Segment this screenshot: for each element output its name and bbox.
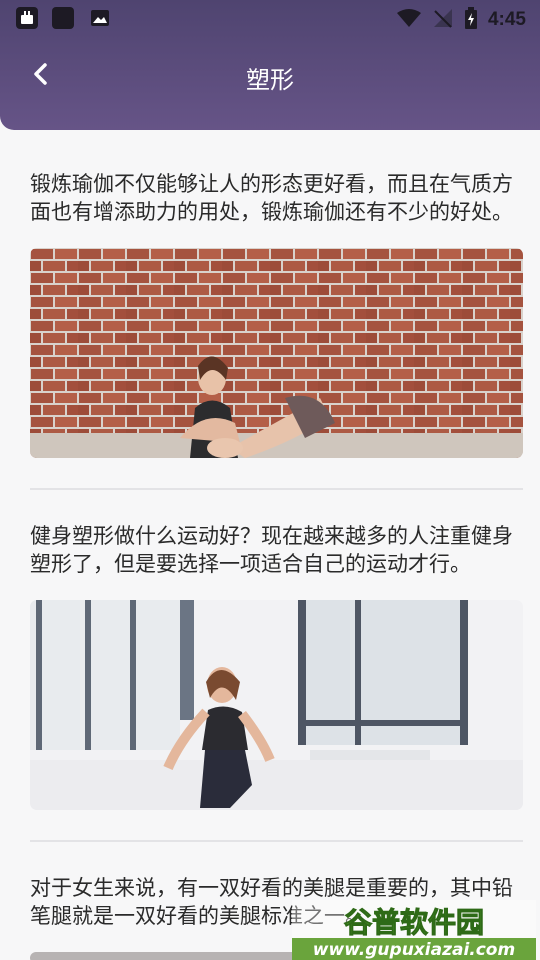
status-bar: 4:45 (0, 0, 540, 36)
clock-time: 4:45 (487, 9, 526, 30)
wifi-icon (396, 8, 422, 32)
article-image[interactable] (30, 600, 523, 810)
page-title: 塑形 (246, 66, 294, 94)
article-summary[interactable]: 锻炼瑜伽不仅能够让人的形态更好看，而且在气质方面也有增添助力的用处，锻炼瑜伽还有… (30, 170, 514, 226)
watermark-brand: 谷普软件园 (344, 906, 484, 939)
article-image[interactable] (30, 248, 523, 458)
watermark-url: www.gupuxiazai.com (313, 940, 515, 960)
article-summary[interactable]: 健身塑形做什么运动好？现在越来越多的人注重健身塑形了，但是要选择一项适合自己的运… (30, 522, 514, 578)
battery-icon (464, 7, 478, 33)
app-notification-icon (16, 7, 38, 29)
watermark-logo: 谷普软件园 www.gupuxiazai.com (292, 900, 536, 960)
list-item[interactable]: 健身塑形做什么运动好？现在越来越多的人注重健身塑形了，但是要选择一项适合自己的运… (0, 482, 540, 842)
list-item[interactable]: 锻炼瑜伽不仅能够让人的形态更好看，而且在气质方面也有增添助力的用处，锻炼瑜伽还有… (0, 130, 540, 490)
no-signal-icon (432, 8, 454, 32)
top-app-bar: 4:45 塑形 (0, 0, 540, 130)
image-notification-icon (89, 7, 111, 29)
app-notification-icon (52, 7, 74, 29)
